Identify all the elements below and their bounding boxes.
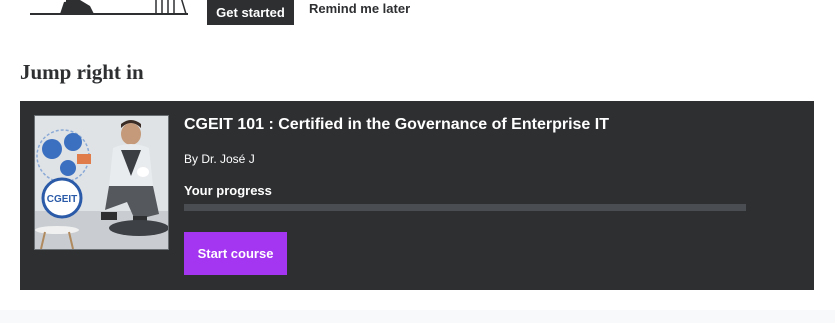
course-card[interactable]: CGEIT CGEIT 101 : Certified in the Gover… bbox=[20, 101, 814, 290]
course-title[interactable]: CGEIT 101 : Certified in the Governance … bbox=[184, 116, 609, 134]
start-course-button[interactable]: Start course bbox=[184, 232, 287, 275]
progress-bar bbox=[184, 204, 746, 211]
course-thumbnail[interactable]: CGEIT bbox=[34, 115, 169, 250]
remind-me-later-button[interactable]: Remind me later bbox=[309, 0, 410, 17]
course-thumbnail-image: CGEIT bbox=[35, 116, 168, 249]
footer-divider-strip bbox=[0, 310, 835, 323]
get-started-button[interactable]: Get started bbox=[207, 0, 294, 25]
banner-illustration bbox=[30, 0, 188, 15]
page: Get started Remind me later Jump right i… bbox=[0, 0, 835, 323]
progress-label: Your progress bbox=[184, 183, 272, 198]
thumbnail-logo-text: CGEIT bbox=[47, 194, 78, 205]
section-title: Jump right in bbox=[20, 60, 144, 84]
course-author: By Dr. José J bbox=[184, 152, 255, 166]
